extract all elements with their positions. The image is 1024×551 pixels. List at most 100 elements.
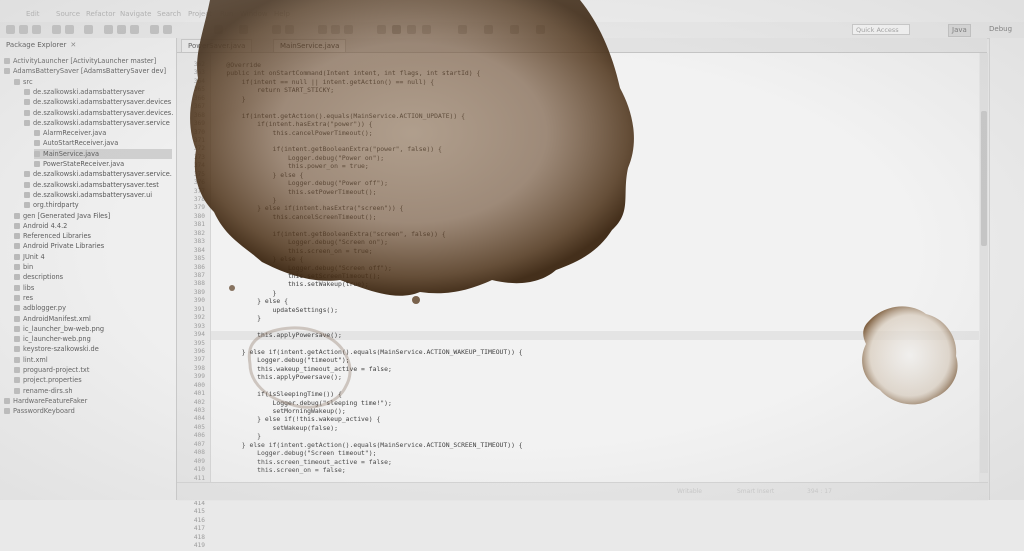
code-line[interactable]: } else if(intent.hasExtra("screen")) {	[211, 204, 403, 212]
prev-annotation-icon[interactable]	[484, 25, 493, 34]
code-line[interactable]: if(intent == null || intent.getAction() …	[211, 78, 434, 86]
code-line[interactable]: this.setPowerTimeout();	[211, 188, 376, 196]
next-annotation-icon[interactable]	[458, 25, 467, 34]
code-line[interactable]: Logger.debug("Power off");	[211, 179, 388, 187]
code-line[interactable]: this.cancelPowerTimeout();	[211, 129, 373, 137]
toggle-block-selection-icon[interactable]	[392, 25, 401, 34]
code-line[interactable]: if(isSleepingTime()) {	[211, 390, 342, 398]
tree-item[interactable]: de.szalkowski.adamsbatterysaver	[24, 87, 172, 97]
code-line[interactable]: Logger.debug("Screen off");	[211, 264, 392, 272]
tab-mainservice[interactable]: MainService.java	[273, 39, 346, 52]
tree-item[interactable]: rename-dirs.sh	[14, 386, 172, 396]
code-line[interactable]: Logger.debug("Screen on");	[211, 238, 388, 246]
show-whitespace-icon[interactable]	[407, 25, 416, 34]
code-line[interactable]: Logger.debug("timeout");	[211, 356, 350, 364]
tree-item[interactable]: de.szalkowski.adamsbatterysaver.service	[24, 118, 172, 128]
print-icon[interactable]	[32, 25, 41, 34]
tree-item[interactable]: AdamsBatterySaver [AdamsBatterySaver dev…	[4, 66, 172, 76]
tree-item[interactable]: Android 4.4.2	[14, 221, 172, 231]
tree-item[interactable]: keystore-szalkowski.de	[14, 344, 172, 354]
code-line[interactable]: setMorningWakeup();	[211, 407, 346, 415]
code-line[interactable]: Logger.debug("Power on");	[211, 154, 384, 162]
new-class-icon[interactable]	[130, 25, 139, 34]
code-line[interactable]: return START_STICKY;	[211, 86, 334, 94]
menu-help[interactable]: Help	[274, 10, 290, 18]
menu-window[interactable]: Window	[240, 10, 268, 18]
refresh-icon[interactable]	[285, 25, 294, 34]
tree-item[interactable]: ic_launcher_bw-web.png	[14, 324, 172, 334]
skip-breakpoints-icon[interactable]	[214, 25, 223, 34]
tree-item[interactable]: res	[14, 293, 172, 303]
debug-icon[interactable]	[52, 25, 61, 34]
perspective-debug[interactable]: Debug	[986, 24, 1015, 35]
code-line[interactable]: } else if(intent.getAction().equals(Main…	[211, 348, 523, 356]
tree-item[interactable]: Android Private Libraries	[14, 241, 172, 251]
tree-item[interactable]: adblogger.py	[14, 303, 172, 313]
tree-item[interactable]: MainService.java	[34, 149, 172, 159]
code-line[interactable]: this.screen_on = false;	[211, 466, 346, 474]
tree-item[interactable]: de.szalkowski.adamsbatterysaver.devices.	[24, 108, 172, 118]
code-line[interactable]: setWakeup(false);	[211, 424, 338, 432]
tree-item[interactable]: PasswordKeyboard	[4, 406, 172, 416]
tab-powersaver[interactable]: PowerSaver.java	[181, 39, 252, 52]
tree-item[interactable]: AndroidManifest.xml	[14, 314, 172, 324]
code-line[interactable]: Logger.debug("sleeping time!");	[211, 399, 392, 407]
menu-search[interactable]: Search	[157, 10, 181, 18]
tree-item[interactable]: de.szalkowski.adamsbatterysaver.test	[24, 180, 172, 190]
close-icon[interactable]: ✕	[70, 41, 76, 49]
quick-access-field[interactable]: Quick Access	[852, 24, 910, 35]
code-line[interactable]: this.setWakeup(true);	[211, 280, 369, 288]
code-line[interactable]: this.screen_on = true;	[211, 247, 373, 255]
code-line[interactable]: } else if(!this.wakeup_active) {	[211, 415, 380, 423]
code-line[interactable]: }	[211, 289, 276, 297]
tree-item[interactable]: de.szalkowski.adamsbatterysaver.devices	[24, 97, 172, 107]
menu-run[interactable]: Run	[220, 10, 233, 18]
package-explorer-tab[interactable]: Package Explorer✕	[6, 41, 76, 49]
forward-icon[interactable]	[536, 25, 545, 34]
tree-item[interactable]: libs	[14, 283, 172, 293]
code-line[interactable]: this.power_on = true;	[211, 162, 369, 170]
code-line[interactable]: } else {	[211, 255, 303, 263]
tree-item[interactable]: PowerStateReceiver.java	[34, 159, 172, 169]
tree-item[interactable]: descriptions	[14, 272, 172, 282]
open-perspective-icon[interactable]	[331, 25, 340, 34]
new-package-icon[interactable]	[117, 25, 126, 34]
code-editor[interactable]: @Override public int onStartCommand(Inte…	[211, 53, 979, 500]
code-line[interactable]: if(intent.getAction().equals(MainService…	[211, 112, 465, 120]
code-line[interactable]: if(intent.getBooleanExtra("screen", fals…	[211, 230, 446, 238]
tree-item[interactable]: HardwareFeatureFaker	[4, 396, 172, 406]
tree-item[interactable]: gen [Generated Java Files]	[14, 211, 172, 221]
tree-item[interactable]: bin	[14, 262, 172, 272]
menu-project[interactable]: Project	[188, 10, 212, 18]
search-icon[interactable]	[163, 25, 172, 34]
menu-refactor[interactable]: Refactor	[86, 10, 115, 18]
code-line[interactable]: Logger.debug("Screen timeout");	[211, 449, 376, 457]
save-icon[interactable]	[19, 25, 28, 34]
tree-item[interactable]: ActivityLauncher [ActivityLauncher maste…	[4, 56, 172, 66]
code-line[interactable]: this.cancelScreenTimeout();	[211, 213, 376, 221]
code-line[interactable]: }	[211, 196, 276, 204]
tree-item[interactable]: JUnit 4	[14, 252, 172, 262]
tree-item[interactable]: de.szalkowski.adamsbatterysaver.ui	[24, 190, 172, 200]
search-menu-icon[interactable]	[239, 25, 248, 34]
code-line[interactable]: this.applyPowersave();	[211, 331, 979, 339]
vertical-scrollbar[interactable]	[980, 53, 988, 473]
menu-navigate[interactable]: Navigate	[120, 10, 151, 18]
tree-item[interactable]: project.properties	[14, 375, 172, 385]
code-line[interactable]: } else {	[211, 297, 288, 305]
new-java-project-icon[interactable]	[104, 25, 113, 34]
tree-item[interactable]: AutoStartReceiver.java	[34, 138, 172, 148]
code-line[interactable]: this.wakeup_timeout_active = false;	[211, 365, 392, 373]
toggle-mark-occurrences-icon[interactable]	[344, 25, 353, 34]
code-line[interactable]: } else if(intent.getAction().equals(Main…	[211, 441, 523, 449]
tree-item[interactable]: AlarmReceiver.java	[34, 128, 172, 138]
code-line[interactable]: }	[211, 95, 246, 103]
code-line[interactable]: }	[211, 314, 261, 322]
external-tools-icon[interactable]	[84, 25, 93, 34]
code-line[interactable]: public int onStartCommand(Intent intent,…	[211, 69, 480, 77]
tree-item[interactable]: lint.xml	[14, 355, 172, 365]
back-icon[interactable]	[510, 25, 519, 34]
scroll-thumb[interactable]	[981, 111, 987, 246]
tree-item[interactable]: Referenced Libraries	[14, 231, 172, 241]
code-line[interactable]: this.setScreenTimeout();	[211, 272, 380, 280]
